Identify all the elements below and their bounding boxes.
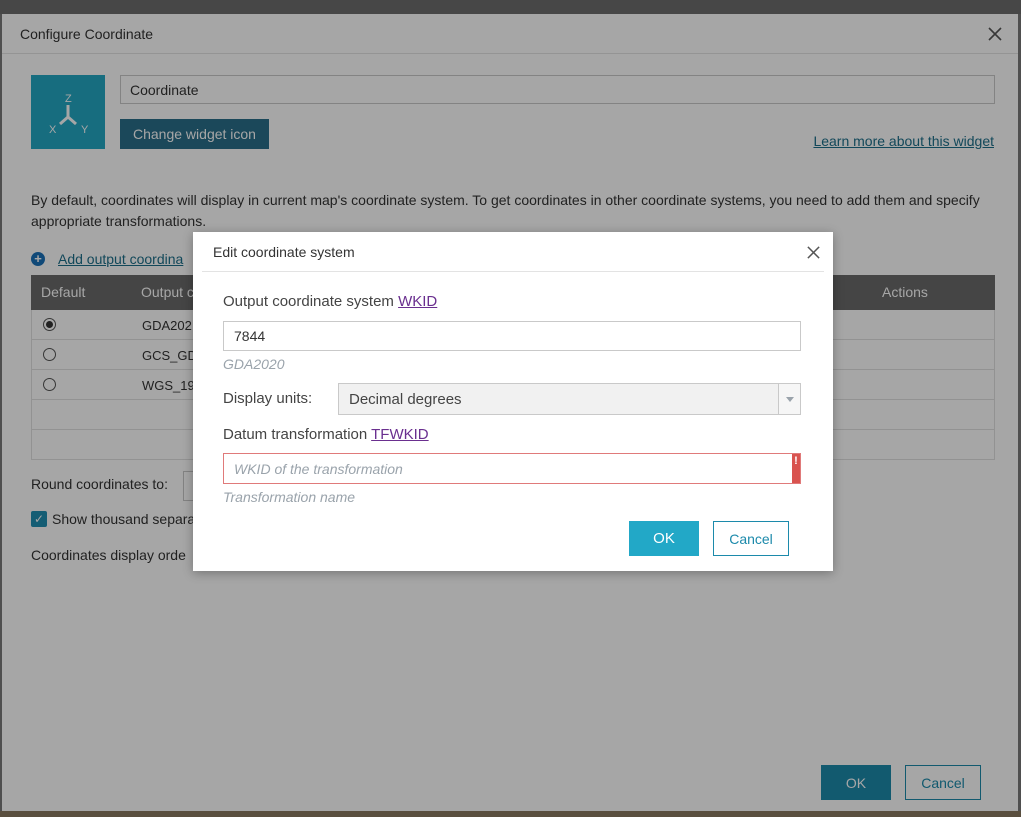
close-icon[interactable] (806, 245, 821, 260)
display-units-value: Decimal degrees (349, 391, 462, 408)
output-system-label: Output coordinate system WKID (223, 293, 437, 310)
chevron-down-icon (778, 384, 800, 414)
display-units-label: Display units: (223, 390, 313, 407)
ok-button[interactable]: OK (629, 521, 699, 556)
edit-dialog-title: Edit coordinate system (213, 244, 355, 260)
wkid-hint: GDA2020 (223, 356, 285, 372)
error-icon: ! (792, 454, 800, 483)
datum-transformation-label: Datum transformation TFWKID (223, 426, 429, 443)
edit-dialog-header: Edit coordinate system (202, 232, 824, 272)
datum-label-text: Datum transformation (223, 426, 368, 443)
cancel-button[interactable]: Cancel (713, 521, 789, 556)
tfwkid-link[interactable]: TFWKID (371, 426, 429, 443)
edit-coordinate-dialog: Edit coordinate system Output coordinate… (193, 232, 833, 571)
wkid-link[interactable]: WKID (398, 293, 437, 310)
transformation-name-hint: Transformation name (223, 489, 356, 505)
output-system-label-text: Output coordinate system (223, 293, 394, 310)
transformation-wkid-input[interactable] (223, 453, 801, 484)
display-units-select[interactable]: Decimal degrees (338, 383, 801, 415)
wkid-input[interactable] (223, 321, 801, 351)
